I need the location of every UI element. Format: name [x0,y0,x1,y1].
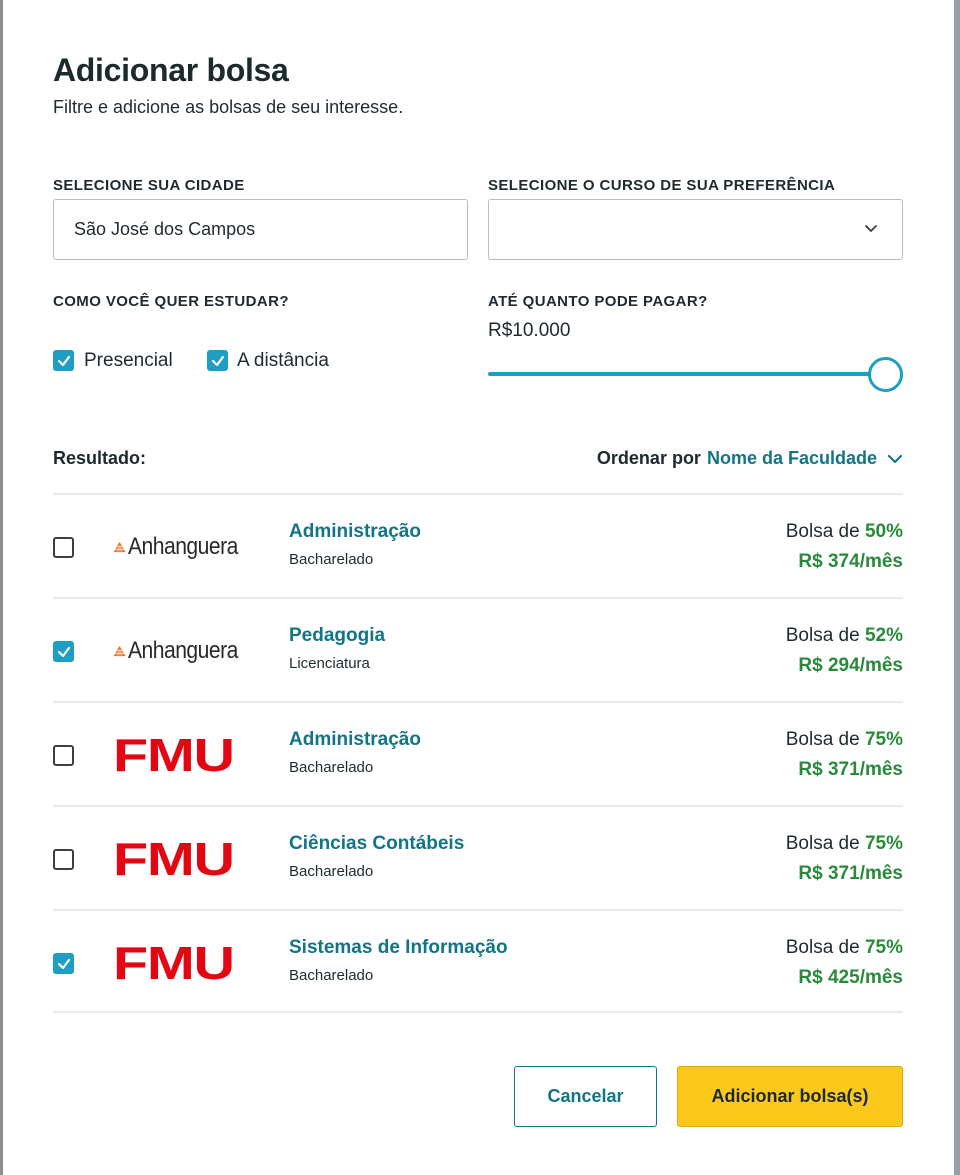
results-list: Anhanguera Administração Bacharelado Bol… [53,493,903,1013]
result-checkbox[interactable] [53,641,74,662]
results-label: Resultado: [53,448,147,468]
bolsa-pct: 52% [864,625,903,646]
course-degree: Licenciatura [289,655,370,672]
bolsa-pct: 75% [864,937,903,958]
cancel-button[interactable]: Cancelar [514,1066,657,1127]
course-name[interactable]: Pedagogia [289,625,385,647]
result-checkbox[interactable] [53,745,74,766]
max-price-value: R$10.000 [488,320,571,341]
bolsa-prefix: Bolsa de [785,833,860,854]
bolsa-pct: 50% [864,521,903,542]
add-bolsas-button[interactable]: Adicionar bolsa(s) [677,1066,903,1127]
price-slider-track[interactable] [488,372,888,376]
check-icon [57,355,70,366]
chevron-down-icon [865,225,877,232]
course-label: SELECIONE O CURSO DE SUA PREFERÊNCIA [488,177,836,194]
bolsa-percentage: Bolsa de 75% [786,729,903,751]
course-name[interactable]: Administração [289,729,421,751]
city-input[interactable] [53,199,468,260]
anhanguera-logo: Anhanguera [113,523,253,571]
add-bolsa-dialog: Adicionar bolsa Filtre e adicione as bol… [53,0,903,1175]
monthly-price: R$ 374/mês [798,551,903,572]
bolsa-percentage: Bolsa de 50% [786,521,903,543]
backdrop-right-edge [954,0,960,1175]
course-select[interactable] [488,199,903,260]
check-icon [57,958,70,969]
chevron-down-icon[interactable] [887,451,903,467]
institution-name: Anhanguera [128,637,239,664]
result-row[interactable]: FMU Ciências Contábeis Bacharelado Bolsa… [53,805,903,909]
result-checkbox[interactable] [53,849,74,870]
bolsa-prefix: Bolsa de [785,521,860,542]
result-row[interactable]: FMU Sistemas de Informação Bacharelado B… [53,909,903,1013]
presencial-checkbox[interactable] [53,350,74,371]
course-degree: Bacharelado [289,863,374,880]
course-name[interactable]: Administração [289,521,421,543]
institution-name: FMU [113,833,235,885]
anhanguera-mark-icon [113,541,126,553]
bolsa-prefix: Bolsa de [785,625,860,646]
bolsa-pct: 75% [864,729,903,750]
fmu-logo: FMU [113,939,253,987]
course-degree: Bacharelado [289,551,374,568]
course-degree: Bacharelado [289,759,374,776]
institution-name: FMU [113,729,235,781]
study-mode-label: COMO VOCÊ QUER ESTUDAR? [53,293,289,310]
sort-prefix: Ordenar por [596,448,701,468]
check-icon [211,355,224,366]
monthly-price: R$ 294/mês [798,655,903,676]
institution-name: FMU [113,937,235,989]
sort-value[interactable]: Nome da Faculdade [707,448,877,469]
monthly-price: R$ 371/mês [798,863,903,884]
bolsa-percentage: Bolsa de 75% [786,833,903,855]
presencial-label[interactable]: Presencial [84,350,173,372]
bolsa-prefix: Bolsa de [785,937,860,958]
distancia-label[interactable]: A distância [237,350,329,372]
result-checkbox[interactable] [53,537,74,558]
fmu-logo: FMU [113,835,253,883]
institution-name: Anhanguera [128,533,239,560]
distancia-checkbox[interactable] [207,350,228,371]
fmu-logo: FMU [113,731,253,779]
bolsa-prefix: Bolsa de [785,729,860,750]
course-degree: Bacharelado [289,967,374,984]
course-name[interactable]: Sistemas de Informação [289,937,508,959]
anhanguera-mark-icon [113,645,126,657]
bolsa-pct: 75% [864,833,903,854]
dialog-subtitle: Filtre e adicione as bolsas de seu inter… [53,97,404,117]
check-icon [57,646,70,657]
bolsa-percentage: Bolsa de 75% [786,937,903,959]
sort-control[interactable]: Ordenar por Nome da Faculdade [597,448,903,469]
backdrop-left-edge [0,0,3,1175]
result-row[interactable]: Anhanguera Pedagogia Licenciatura Bolsa … [53,597,903,701]
result-checkbox[interactable] [53,953,74,974]
monthly-price: R$ 425/mês [798,967,903,988]
result-row[interactable]: FMU Administração Bacharelado Bolsa de 7… [53,701,903,805]
course-name[interactable]: Ciências Contábeis [289,833,464,855]
city-label: SELECIONE SUA CIDADE [53,177,245,194]
price-slider-thumb[interactable] [868,357,903,392]
monthly-price: R$ 371/mês [798,759,903,780]
anhanguera-logo: Anhanguera [113,627,253,675]
bolsa-percentage: Bolsa de 52% [786,625,903,647]
dialog-title: Adicionar bolsa [53,52,289,88]
max-price-label: ATÉ QUANTO PODE PAGAR? [488,293,708,310]
result-row[interactable]: Anhanguera Administração Bacharelado Bol… [53,493,903,597]
